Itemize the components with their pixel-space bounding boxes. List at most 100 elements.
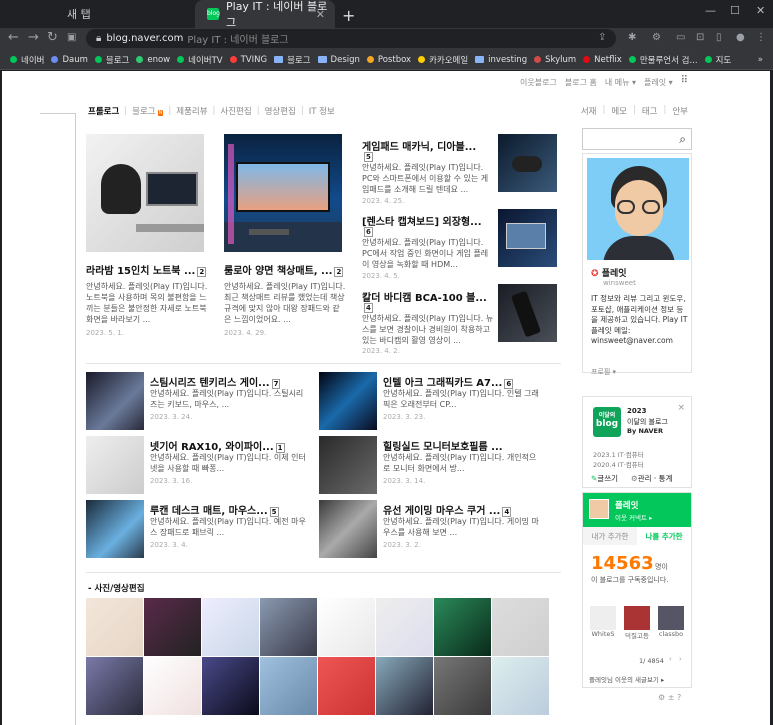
post-title[interactable]: 넷기어 RAX10, 와이파이... 1: [150, 438, 318, 453]
menu-product-review[interactable]: 제품리뷰: [176, 105, 207, 117]
gnb-blog-home[interactable]: 블로그 홈: [565, 77, 597, 88]
menu-memo[interactable]: 메모: [611, 105, 627, 117]
photo-thumbnail[interactable]: [260, 657, 317, 715]
bookmark-item[interactable]: enow: [136, 55, 170, 65]
photo-thumbnail[interactable]: [318, 598, 375, 656]
photo-thumbnail[interactable]: [86, 598, 143, 656]
gnb-my-menu[interactable]: 내 메뉴 ▾: [605, 77, 636, 88]
address-bar[interactable]: 🔒︎ blog.naver.com Play IT : 네이버 블로그: [86, 29, 616, 48]
post-thumbnail[interactable]: [86, 500, 144, 558]
photo-thumbnail[interactable]: [260, 598, 317, 656]
bookmark-item[interactable]: Postbox: [366, 55, 411, 65]
photo-thumbnail[interactable]: [202, 657, 259, 715]
menu-tag[interactable]: 태그: [642, 105, 658, 117]
post-thumbnail[interactable]: [498, 134, 557, 192]
tab-added-me[interactable]: 나를 추가한: [637, 527, 691, 545]
post-title[interactable]: 인텔 아크 그래픽카드 A7... 6: [383, 374, 551, 389]
apps-grid-icon[interactable]: ⠿: [681, 76, 688, 88]
post-title[interactable]: 룸로아 양면 책상매트, ... 2: [224, 262, 344, 277]
menu-photo-edit[interactable]: 사진편집: [220, 105, 251, 117]
photo-thumbnail[interactable]: [434, 657, 491, 715]
post-thumbnail[interactable]: [86, 134, 204, 252]
profile-nickname[interactable]: ✪ 플레잇: [591, 266, 627, 279]
menu-kebab-icon[interactable]: ⋮: [756, 32, 766, 43]
new-tab-button[interactable]: +: [342, 6, 355, 25]
post-thumbnail[interactable]: [224, 134, 342, 252]
account-avatar-icon[interactable]: ●: [736, 32, 745, 43]
close-icon[interactable]: ×: [677, 403, 685, 413]
gnb-user-menu[interactable]: 플레잇 ▾: [644, 77, 673, 88]
blog-search-box[interactable]: ⌕: [582, 128, 692, 150]
bookmark-item[interactable]: Netflix: [583, 55, 622, 65]
tab-active[interactable]: blog Play IT : 네이버 블로그 ✕: [195, 0, 335, 29]
photo-thumbnail[interactable]: [144, 598, 201, 656]
post-title[interactable]: 칼더 바디캠 BCA-100 블...: [362, 289, 492, 304]
post-thumbnail[interactable]: [319, 372, 377, 430]
menu-video-edit[interactable]: 영상편집: [265, 105, 296, 117]
tab-new[interactable]: 새 탭: [55, 0, 195, 28]
photo-thumbnail[interactable]: [86, 657, 143, 715]
bookmark-item[interactable]: TVING: [229, 55, 267, 65]
photo-thumbnail[interactable]: [376, 657, 433, 715]
photo-thumbnail[interactable]: [492, 598, 549, 656]
extension-icon[interactable]: ✱: [628, 32, 636, 43]
post-thumbnail[interactable]: [498, 209, 557, 267]
tab-added-by-me[interactable]: 내가 추가한: [583, 527, 637, 545]
menu-it-info[interactable]: IT 정보: [309, 105, 335, 117]
bookmark-item[interactable]: 블로그: [274, 54, 311, 66]
bookmark-item[interactable]: Skylum: [534, 55, 576, 65]
next-icon[interactable]: ›: [679, 655, 682, 663]
menu-library[interactable]: 서재: [581, 105, 597, 117]
menu-guestbook[interactable]: 안부: [672, 105, 688, 117]
neighbor-new-posts-link[interactable]: 플레잇님 이웃의 새글보기 ▸: [589, 674, 664, 684]
bookmark-item[interactable]: 만물루언서 검...: [628, 54, 698, 66]
more-bookmarks-icon[interactable]: »: [758, 55, 763, 65]
post-title[interactable]: 루캔 데스크 매트, 마우스... 5: [150, 502, 318, 517]
search-icon[interactable]: ⌕: [679, 132, 686, 147]
list-item[interactable]: 덕질고등: [623, 606, 651, 642]
photo-thumbnail[interactable]: [144, 657, 201, 715]
maximize-icon[interactable]: ☐: [730, 4, 740, 17]
bookmark-item[interactable]: 카카오메일: [418, 54, 468, 66]
photo-thumbnail[interactable]: [492, 657, 549, 715]
write-post-link[interactable]: ✎글쓰기: [591, 473, 618, 484]
puzzle-icon[interactable]: ⚙: [652, 32, 661, 43]
avatar[interactable]: [587, 158, 689, 260]
bookmark-item[interactable]: Design: [317, 55, 360, 65]
gnb-neighbor-blog[interactable]: 이웃블로그: [520, 77, 557, 88]
photo-thumbnail[interactable]: [202, 598, 259, 656]
close-tab-icon[interactable]: ✕: [316, 8, 325, 21]
manage-stats-link[interactable]: ⚙관리 · 통계: [631, 473, 673, 484]
profile-link[interactable]: 프로필 ▾: [591, 367, 616, 377]
post-thumbnail[interactable]: [86, 372, 144, 430]
bookmark-item[interactable]: 네이버: [10, 54, 44, 66]
minimize-icon[interactable]: —: [705, 4, 716, 17]
close-window-icon[interactable]: ✕: [756, 4, 765, 17]
bookmark-item[interactable]: 블로그: [94, 54, 129, 66]
neighbor-header[interactable]: 플레잇 이웃 커넥트 ▸: [583, 493, 691, 527]
post-thumbnail[interactable]: [319, 500, 377, 558]
list-item[interactable]: classbo: [657, 606, 685, 642]
menu-prologue[interactable]: 프롤로그: [88, 105, 119, 117]
post-title[interactable]: 힐링실드 모니터보호필름 ...: [383, 438, 551, 453]
footer-settings-icons[interactable]: ⚙ ± ?: [658, 693, 681, 702]
list-item[interactable]: WhiteS: [589, 606, 617, 642]
bookmark-item[interactable]: 지도: [704, 54, 731, 66]
menu-blog[interactable]: 블로그 N: [132, 105, 164, 117]
photo-thumbnail[interactable]: [376, 598, 433, 656]
post-title[interactable]: 유선 게이밍 마우스 쿠거 ... 4: [383, 502, 551, 517]
media-icon[interactable]: ▭: [676, 32, 685, 43]
post-thumbnail[interactable]: [319, 436, 377, 494]
post-title[interactable]: 라라밤 15인치 노트북 ... 2: [86, 262, 206, 277]
screenshot-icon[interactable]: ⊡: [696, 32, 704, 43]
forward-icon[interactable]: →: [28, 30, 39, 45]
post-thumbnail[interactable]: [498, 284, 557, 342]
sidebar-icon[interactable]: ▯: [716, 32, 722, 43]
post-title[interactable]: [렌스타 캡쳐보드] 외장형...: [362, 213, 492, 228]
bookmark-item[interactable]: Daum: [51, 55, 88, 65]
photo-thumbnail[interactable]: [318, 657, 375, 715]
bookmark-item[interactable]: 네이버TV: [177, 54, 223, 66]
reload-icon[interactable]: ↻: [47, 30, 58, 45]
post-title[interactable]: 게임패드 매카닉, 디아블...: [362, 138, 492, 153]
naver-home-icon[interactable]: ▣: [67, 32, 76, 43]
